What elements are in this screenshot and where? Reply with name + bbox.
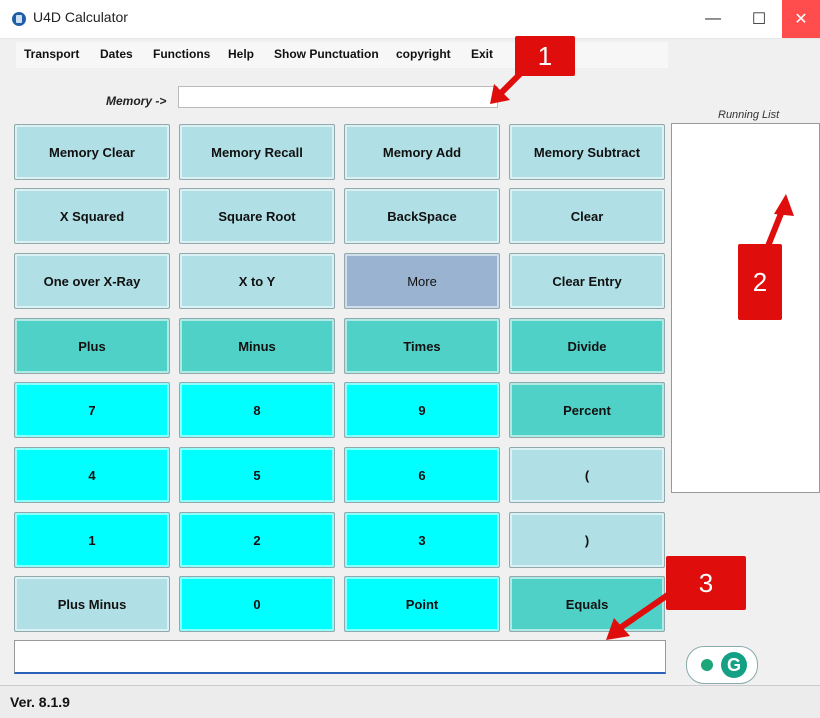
minimize-button[interactable]: — bbox=[690, 0, 736, 38]
menu-functions[interactable]: Functions bbox=[153, 47, 210, 61]
maximize-icon: ☐ bbox=[751, 11, 767, 28]
menu-help[interactable]: Help bbox=[228, 47, 254, 61]
digit-7-button[interactable]: 7 bbox=[14, 382, 170, 438]
status-bar: Ver. 8.1.9 bbox=[0, 685, 820, 718]
percent-button[interactable]: Percent bbox=[509, 382, 665, 438]
clear-button[interactable]: Clear bbox=[509, 188, 665, 244]
maximize-button[interactable]: ☐ bbox=[736, 0, 782, 38]
digit-9-button[interactable]: 9 bbox=[344, 382, 500, 438]
lightbulb-icon bbox=[701, 659, 713, 671]
menu-dates[interactable]: Dates bbox=[100, 47, 133, 61]
display-input[interactable] bbox=[14, 640, 666, 674]
x-squared-button[interactable]: X Squared bbox=[14, 188, 170, 244]
digit-2-button[interactable]: 2 bbox=[179, 512, 335, 568]
times-button[interactable]: Times bbox=[344, 318, 500, 374]
app-calculator-icon bbox=[12, 12, 26, 26]
close-icon: ✕ bbox=[794, 11, 808, 28]
digit-5-button[interactable]: 5 bbox=[179, 447, 335, 503]
plus-button[interactable]: Plus bbox=[14, 318, 170, 374]
digit-0-button[interactable]: 0 bbox=[179, 576, 335, 632]
menu-transport[interactable]: Transport bbox=[24, 47, 79, 61]
menu-copyright[interactable]: copyright bbox=[396, 47, 451, 61]
memory-field[interactable] bbox=[178, 86, 498, 108]
memory-recall-button[interactable]: Memory Recall bbox=[179, 124, 335, 180]
callout-2-arrow-icon bbox=[765, 194, 794, 248]
memory-subtract-button[interactable]: Memory Subtract bbox=[509, 124, 665, 180]
close-paren-button[interactable]: ) bbox=[509, 512, 665, 568]
minus-button[interactable]: Minus bbox=[179, 318, 335, 374]
memory-clear-button[interactable]: Memory Clear bbox=[14, 124, 170, 180]
memory-label: Memory -> bbox=[106, 94, 167, 108]
digit-3-button[interactable]: 3 bbox=[344, 512, 500, 568]
version-label: Ver. 8.1.9 bbox=[10, 694, 70, 710]
divide-button[interactable]: Divide bbox=[509, 318, 665, 374]
digit-1-button[interactable]: 1 bbox=[14, 512, 170, 568]
memory-add-button[interactable]: Memory Add bbox=[344, 124, 500, 180]
plus-minus-button[interactable]: Plus Minus bbox=[14, 576, 170, 632]
digit-6-button[interactable]: 6 bbox=[344, 447, 500, 503]
x-to-y-button[interactable]: X to Y bbox=[179, 253, 335, 309]
window-title: U4D Calculator bbox=[33, 9, 128, 25]
minimize-icon: — bbox=[705, 10, 721, 27]
callout-3-arrow-icon bbox=[606, 589, 674, 640]
digit-8-button[interactable]: 8 bbox=[179, 382, 335, 438]
open-paren-button[interactable]: ( bbox=[509, 447, 665, 503]
clear-entry-button[interactable]: Clear Entry bbox=[509, 253, 665, 309]
callout-2: 2 bbox=[738, 244, 782, 320]
digit-4-button[interactable]: 4 bbox=[14, 447, 170, 503]
grammarly-widget[interactable]: G bbox=[686, 646, 758, 684]
backspace-button[interactable]: BackSpace bbox=[344, 188, 500, 244]
grammarly-icon: G bbox=[721, 652, 747, 678]
title-bar: U4D Calculator — ☐ ✕ bbox=[0, 0, 820, 39]
running-list-label: Running List bbox=[718, 109, 780, 121]
callout-1-arrow-icon bbox=[490, 59, 535, 104]
point-button[interactable]: Point bbox=[344, 576, 500, 632]
one-over-x-button[interactable]: One over X-Ray bbox=[14, 253, 170, 309]
menu-show-punctuation[interactable]: Show Punctuation bbox=[274, 47, 379, 61]
more-button[interactable]: More bbox=[344, 253, 500, 309]
close-button[interactable]: ✕ bbox=[782, 0, 820, 38]
square-root-button[interactable]: Square Root bbox=[179, 188, 335, 244]
